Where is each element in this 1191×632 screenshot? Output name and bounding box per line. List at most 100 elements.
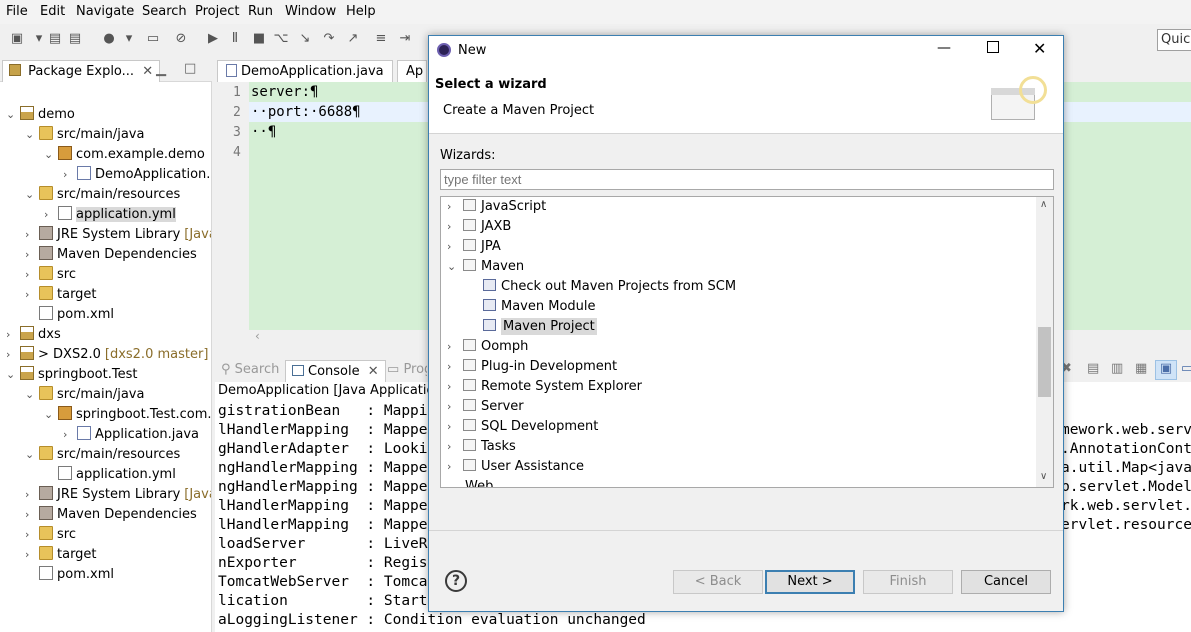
- wizard-category[interactable]: › JPA: [447, 237, 501, 257]
- chevron-right-icon[interactable]: ›: [25, 485, 39, 505]
- dropdown-icon[interactable]: ▾: [120, 30, 138, 48]
- tree-item[interactable]: › target: [25, 285, 97, 305]
- display-console-icon[interactable]: ▭: [1181, 361, 1191, 376]
- tree-item[interactable]: pom.xml: [25, 305, 114, 325]
- wizard-category[interactable]: › SQL Development: [447, 417, 598, 437]
- chevron-right-icon[interactable]: ›: [25, 225, 39, 245]
- chevron-right-icon[interactable]: ›: [25, 285, 39, 305]
- chevron-right-icon[interactable]: ›: [447, 457, 463, 477]
- chevron-right-icon[interactable]: ›: [447, 237, 463, 257]
- tree-item[interactable]: › > DXS2.0 [dxs2.0 master]: [6, 345, 208, 365]
- menu-project[interactable]: Project: [195, 4, 239, 19]
- chevron-down-icon[interactable]: ⌄: [447, 257, 463, 277]
- tree-item[interactable]: › Maven Dependencies: [25, 245, 197, 265]
- tree-item[interactable]: ⌄ src/main/resources: [25, 185, 180, 205]
- help-icon[interactable]: ?: [445, 570, 467, 592]
- tree-item[interactable]: › JRE System Library[Java: [25, 225, 211, 245]
- chevron-right-icon[interactable]: ›: [447, 437, 463, 457]
- cancel-button[interactable]: Cancel: [961, 570, 1051, 594]
- tab-application-java[interactable]: Ap: [397, 60, 427, 82]
- tree-item[interactable]: ⌄ springboot.Test.com.: [44, 405, 211, 425]
- menu-window[interactable]: Window: [285, 4, 336, 19]
- wizard-item[interactable]: Maven Module: [467, 297, 596, 317]
- tree-item[interactable]: application.yml: [44, 465, 176, 485]
- skip-breakpoints-icon[interactable]: ⊘: [172, 30, 190, 48]
- chevron-right-icon[interactable]: ›: [44, 205, 58, 225]
- chevron-right-icon[interactable]: ›: [6, 325, 20, 345]
- chevron-right-icon[interactable]: ›: [447, 217, 463, 237]
- tree-item[interactable]: › src: [25, 265, 76, 285]
- chevron-right-icon[interactable]: ›: [63, 165, 77, 185]
- resume-icon[interactable]: ▶: [204, 30, 222, 48]
- tree-item[interactable]: › DemoApplication.: [63, 165, 210, 185]
- tree-item[interactable]: ⌄ src/main/java: [25, 125, 144, 145]
- clear-console-icon[interactable]: ▤: [1087, 361, 1099, 376]
- next-button[interactable]: Next >: [765, 570, 855, 594]
- tree-item[interactable]: ⌄ springboot.Test: [6, 365, 137, 385]
- wizard-category[interactable]: › Remote System Explorer: [447, 377, 642, 397]
- chevron-right-icon[interactable]: ›: [6, 345, 20, 365]
- tree-item[interactable]: pom.xml: [25, 565, 114, 585]
- step-return-icon[interactable]: ↗: [344, 30, 362, 48]
- scroll-left-icon[interactable]: ‹: [255, 329, 260, 343]
- disconnect-icon[interactable]: ⌥: [272, 30, 290, 48]
- tab-package-explorer[interactable]: Package Explo... ✕: [2, 60, 161, 82]
- suspend-icon[interactable]: Ⅱ: [226, 30, 244, 48]
- tab-search[interactable]: ⚲ Search: [221, 362, 279, 377]
- chevron-right-icon[interactable]: ›: [447, 357, 463, 377]
- chevron-right-icon[interactable]: ›: [447, 337, 463, 357]
- step-into-icon[interactable]: ↘: [296, 30, 314, 48]
- minimize-icon[interactable]: ▁: [156, 62, 166, 77]
- word-wrap-icon[interactable]: ▦: [1135, 361, 1147, 376]
- menu-file[interactable]: File: [6, 4, 28, 19]
- wizard-item[interactable]: Maven Project: [467, 317, 597, 337]
- chevron-down-icon[interactable]: ⌄: [6, 365, 20, 385]
- tree-item[interactable]: ⌄ com.example.demo: [44, 145, 205, 165]
- chevron-down-icon[interactable]: ⌄: [44, 145, 58, 165]
- step-over-icon[interactable]: ↷: [320, 30, 338, 48]
- wizard-tree-scrollbar[interactable]: ∧ ∨: [1036, 197, 1053, 487]
- chevron-down-icon[interactable]: ⌄: [6, 105, 20, 125]
- wizard-category[interactable]: ⌄ Maven: [447, 257, 524, 277]
- chevron-right-icon[interactable]: ›: [447, 377, 463, 397]
- tree-item[interactable]: › dxs: [6, 325, 61, 345]
- scrollbar-thumb[interactable]: [1038, 327, 1051, 397]
- chevron-right-icon[interactable]: ›: [25, 245, 39, 265]
- console-icon[interactable]: ▭: [144, 30, 162, 48]
- terminate-icon[interactable]: ■: [250, 30, 268, 48]
- chevron-down-icon[interactable]: ⌄: [25, 185, 39, 205]
- close-icon[interactable]: ✕: [368, 364, 379, 379]
- tree-item[interactable]: › Application.java: [63, 425, 199, 445]
- tree-item[interactable]: › Maven Dependencies: [25, 505, 197, 525]
- quick-access-input[interactable]: Quick: [1157, 29, 1191, 51]
- scroll-up-icon[interactable]: ∧: [1040, 199, 1047, 210]
- chevron-right-icon[interactable]: ›: [447, 417, 463, 437]
- chevron-down-icon[interactable]: ⌄: [25, 125, 39, 145]
- tab-demoapplication-java[interactable]: DemoApplication.java: [217, 60, 393, 82]
- scroll-down-icon[interactable]: ∨: [1040, 471, 1047, 482]
- save-all-icon[interactable]: ▤: [66, 30, 84, 48]
- chevron-right-icon[interactable]: ›: [63, 425, 77, 445]
- scroll-lock-icon[interactable]: ▥: [1111, 361, 1123, 376]
- chevron-right-icon[interactable]: ›: [447, 197, 463, 217]
- new-icon[interactable]: ▣: [8, 30, 26, 48]
- tree-item[interactable]: › target: [25, 545, 97, 565]
- finish-button[interactable]: Finish: [863, 570, 953, 594]
- chevron-right-icon[interactable]: ›: [447, 397, 463, 417]
- wizard-category[interactable]: › JAXB: [447, 217, 511, 237]
- menu-search[interactable]: Search: [142, 4, 187, 19]
- wizard-category[interactable]: › User Assistance: [447, 457, 584, 477]
- wizard-category[interactable]: › Plug-in Development: [447, 357, 617, 377]
- chevron-right-icon[interactable]: ›: [25, 545, 39, 565]
- wizard-category[interactable]: › Tasks: [447, 437, 516, 457]
- close-icon[interactable]: ✕: [142, 64, 153, 79]
- chevron-right-icon[interactable]: ›: [25, 505, 39, 525]
- tree-item[interactable]: ⌄ demo: [6, 105, 75, 125]
- minimize-icon[interactable]: —: [937, 40, 951, 56]
- chevron-down-icon[interactable]: ⌄: [44, 405, 58, 425]
- back-button[interactable]: < Back: [673, 570, 763, 594]
- wizard-item[interactable]: Check out Maven Projects from SCM: [467, 277, 736, 297]
- chevron-right-icon[interactable]: ›: [25, 265, 39, 285]
- maximize-icon[interactable]: □: [184, 61, 196, 76]
- menu-navigate[interactable]: Navigate: [76, 4, 134, 19]
